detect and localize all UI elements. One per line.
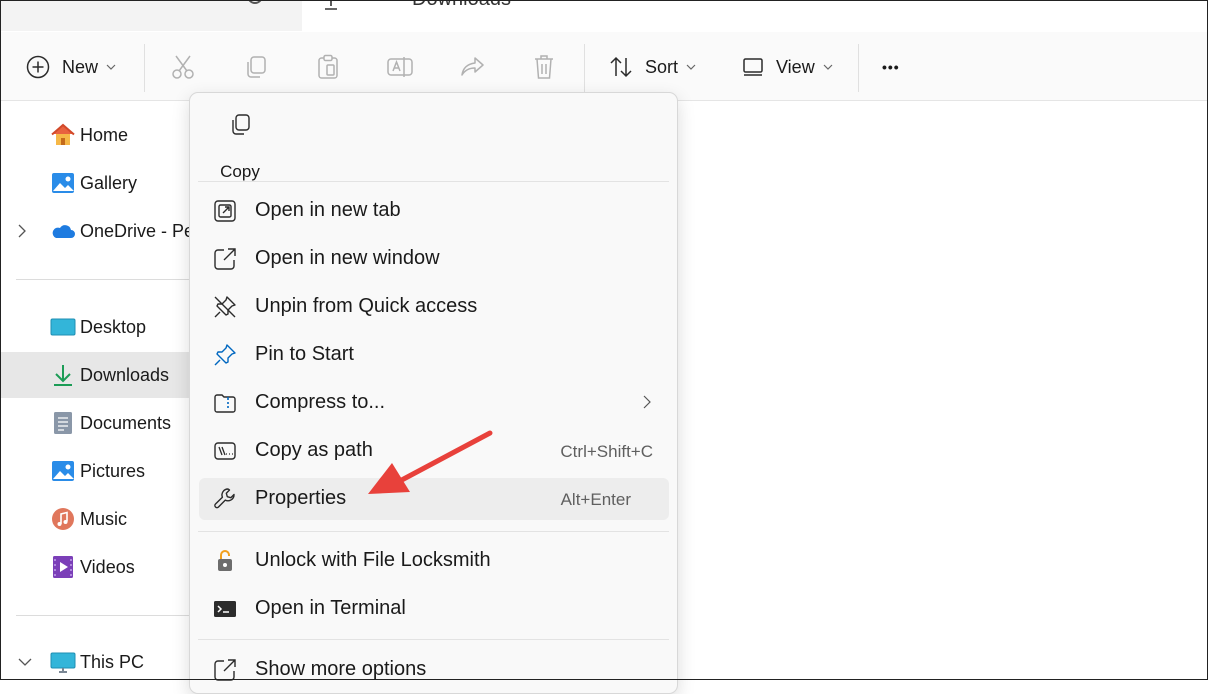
annotation-arrow — [368, 430, 493, 494]
